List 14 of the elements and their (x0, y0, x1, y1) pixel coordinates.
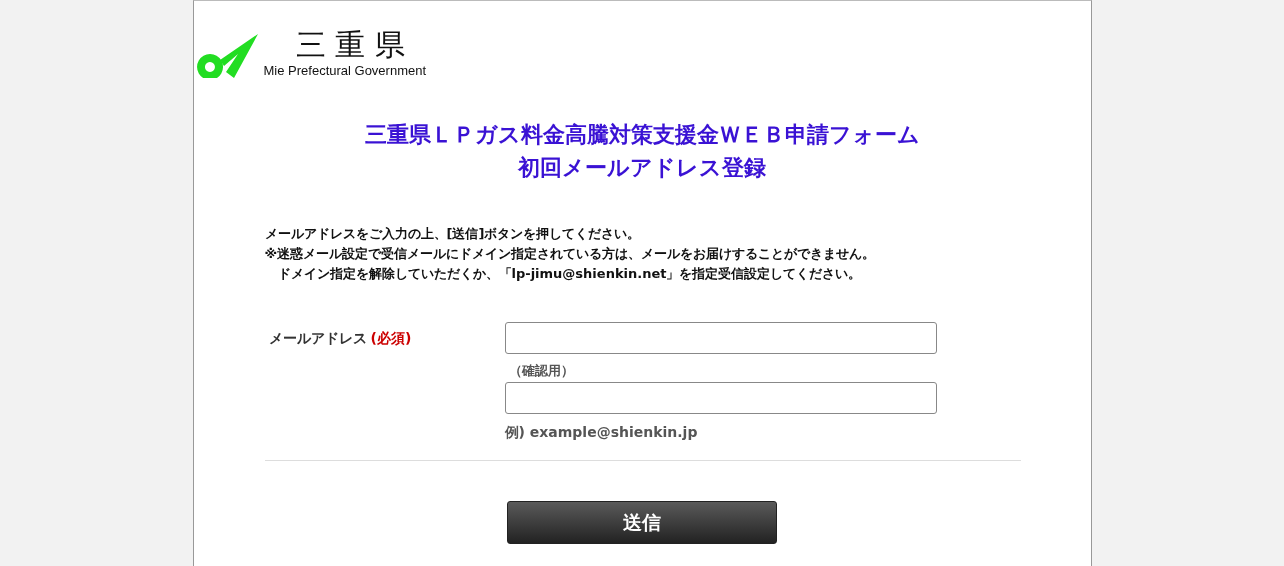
confirm-label: （確認用） (508, 362, 574, 380)
email-input[interactable] (504, 322, 937, 354)
required-label: (必須) (370, 330, 412, 348)
instruction-text: ドメイン指定を解除していただくか、「lp-jimu@shienkin.net」を指定受信設定してください。 (276, 265, 863, 283)
logo-title: 三 重 県 (295, 27, 405, 63)
email-confirm-input[interactable] (504, 382, 937, 414)
example-text: 例) example@shienkin.jp (504, 424, 698, 442)
logo-subtitle: Mie Prefectural Government (263, 63, 427, 78)
instruction-text: メールアドレスをご入力の上、[送信]ボタンを押してください。 (264, 225, 642, 243)
field-label: メールアドレス (268, 330, 367, 348)
submit-button[interactable]: 送信 (507, 501, 777, 544)
instruction-text: ※迷惑メール設定で受信メールにドメイン指定されている方は、メールをお届けすることができません。 (264, 245, 877, 263)
page-title: 三重県ＬＰガス料金高騰対策支援金ＷＥＢ申請フォーム (364, 121, 920, 149)
page-title: 初回メールアドレス登録 (518, 154, 766, 182)
